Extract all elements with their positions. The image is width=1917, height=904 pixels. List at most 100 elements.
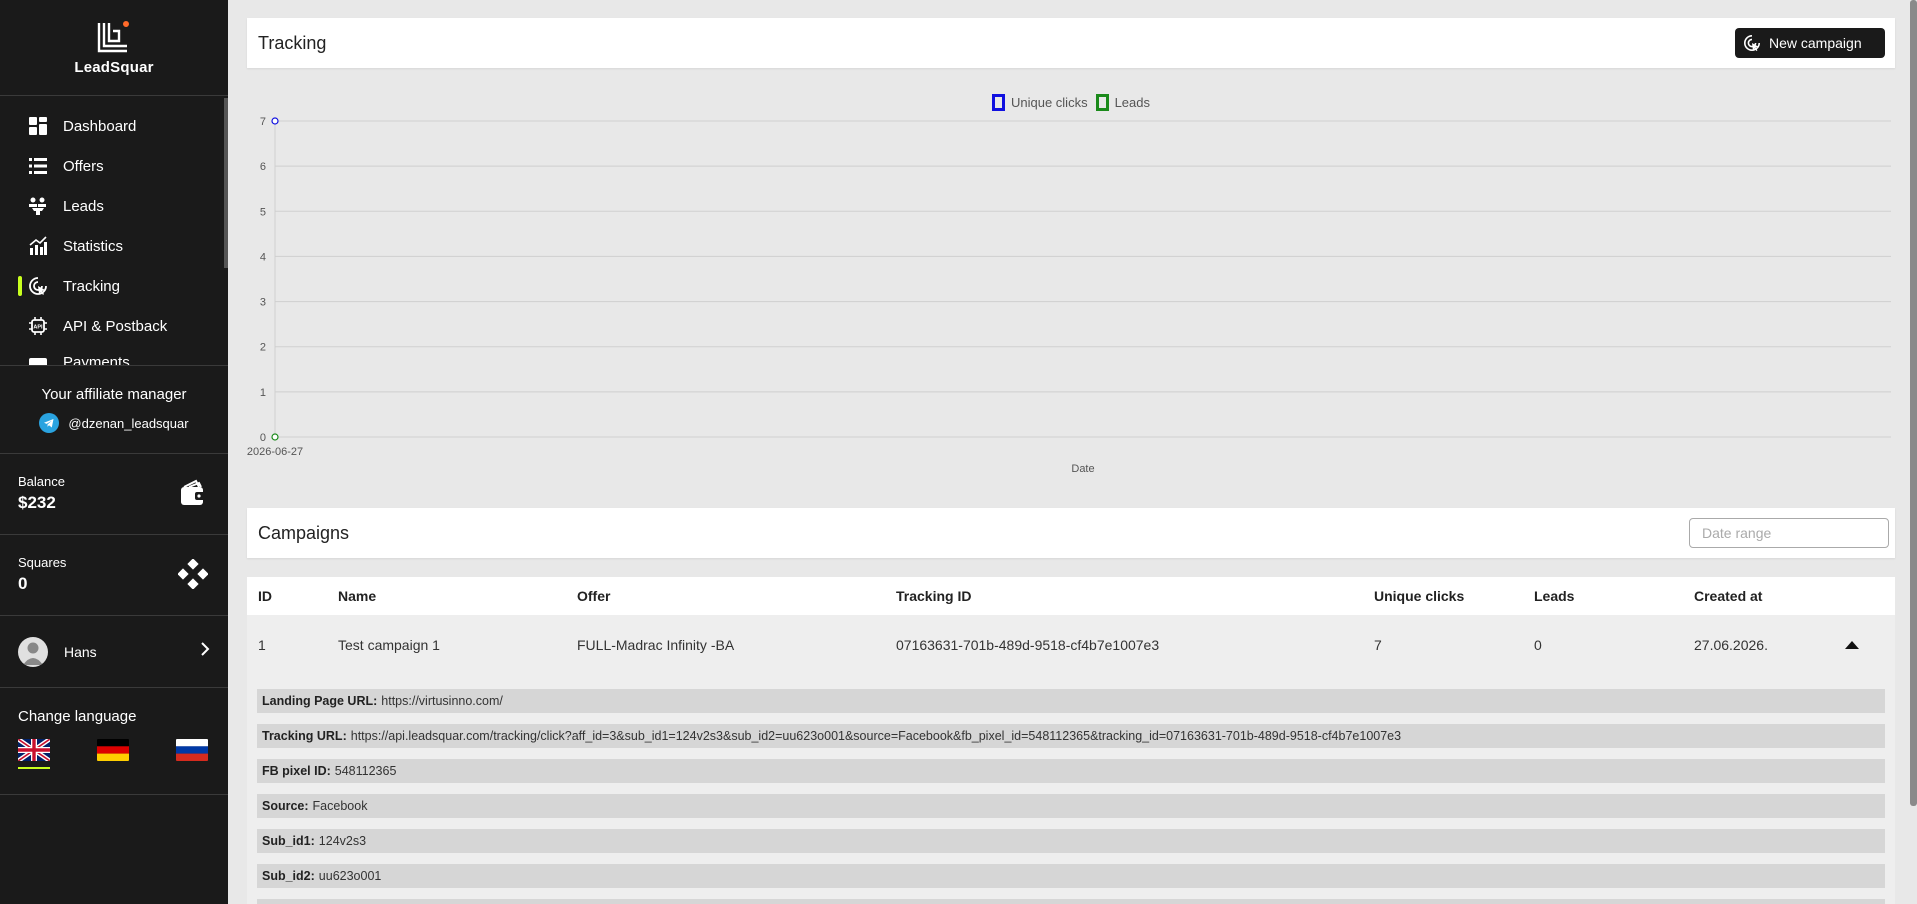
x-axis-label: Date <box>1071 463 1094 475</box>
detail-sub-id2: Sub_id2: uu623o001 <box>257 864 1885 888</box>
column-header-id[interactable]: ID <box>247 588 327 604</box>
brand-name: LeadSquar <box>74 59 154 76</box>
sidebar-item-tracking[interactable]: Tracking <box>0 266 228 306</box>
cell-tracking-id: 07163631-701b-489d-9518-cf4b7e1007e3 <box>896 637 1160 653</box>
date-range-input[interactable] <box>1689 518 1889 548</box>
leads-icon <box>28 196 48 216</box>
uk-flag-icon <box>18 739 50 761</box>
detail-tracking-url: Tracking URL: https://api.leadsquar.com/t… <box>257 724 1885 748</box>
y-tick-label: 2 <box>260 342 266 354</box>
legend-swatch-leads <box>1095 94 1109 111</box>
telegram-icon <box>39 413 60 433</box>
tracking-header: Tracking New campaign <box>247 18 1895 68</box>
column-header-leads[interactable]: Leads <box>1523 588 1683 604</box>
campaign-details: Landing Page URL: https://virtusinno.com/… <box>247 675 1895 904</box>
detail-label: Source: <box>262 799 309 813</box>
cell-leads: 0 <box>1534 637 1542 653</box>
sidebar-item-label: Offers <box>63 157 104 175</box>
language-russian[interactable] <box>176 739 208 769</box>
api-icon: API <box>28 316 48 336</box>
cell-created-at: 27.06.2026. <box>1694 637 1768 653</box>
brand-logo[interactable]: LeadSquar <box>0 0 228 96</box>
legend-leads[interactable]: Leads <box>1095 94 1150 111</box>
squares-block: Squares 0 <box>0 535 228 616</box>
campaigns-header: Campaigns <box>247 508 1895 558</box>
detail-label: Tracking URL: <box>262 729 347 743</box>
new-campaign-button[interactable]: New campaign <box>1735 28 1885 58</box>
column-header-tracking-id[interactable]: Tracking ID <box>885 588 1363 604</box>
detail-landing-page-url: Landing Page URL: https://virtusinno.com/ <box>257 689 1885 713</box>
sidebar: LeadSquar Dashboard Offers Leads Statist… <box>0 0 228 904</box>
german-flag-icon <box>97 739 129 761</box>
tracking-chart: Unique clicks Leads 0 1 2 3 4 5 6 7 2026-06-27 Da… <box>247 80 1895 490</box>
data-point <box>271 117 279 125</box>
statistics-icon <box>28 236 48 256</box>
tracking-icon <box>1743 34 1761 52</box>
detail-sub-id1: Sub_id1: 124v2s3 <box>257 829 1885 853</box>
legend-label: Unique clicks <box>1010 95 1088 110</box>
user-menu[interactable]: Hans <box>0 616 228 688</box>
detail-value: Facebook <box>312 799 368 813</box>
sidebar-item-leads[interactable]: Leads <box>0 186 228 226</box>
detail-value: 124v2s3 <box>318 834 367 848</box>
y-tick-label: 3 <box>260 297 266 309</box>
manager-handle[interactable]: @dzenan_leadsquar <box>68 416 188 431</box>
campaigns-title: Campaigns <box>258 522 350 543</box>
svg-text:API: API <box>33 325 43 331</box>
sidebar-item-label: Dashboard <box>63 117 137 135</box>
squares-icon <box>177 558 209 594</box>
dashboard-icon <box>28 116 48 136</box>
leadsquar-logo-icon <box>97 21 129 53</box>
detail-label: Landing Page URL: <box>262 694 378 708</box>
affiliate-manager: Your affiliate manager @dzenan_leadsquar <box>0 366 228 454</box>
user-name: Hans <box>64 643 97 660</box>
column-header-unique-clicks[interactable]: Unique clicks <box>1363 588 1523 604</box>
y-tick-label: 0 <box>260 432 266 444</box>
payments-icon <box>28 354 48 365</box>
sidebar-item-offers[interactable]: Offers <box>0 146 228 186</box>
main-content: Tracking New campaign Unique clicks Lead… <box>228 0 1917 904</box>
detail-value: uu623o001 <box>318 869 382 883</box>
balance-block: Balance $232 <box>0 454 228 535</box>
detail-value[interactable]: https://virtusinno.com/ <box>381 694 503 708</box>
detail-more <box>257 899 1885 904</box>
x-tick-label: 2026-06-27 <box>247 446 303 458</box>
detail-value[interactable]: https://api.leadsquar.com/tracking/click… <box>351 729 1401 743</box>
language-german[interactable] <box>97 739 129 769</box>
sidebar-nav: Dashboard Offers Leads Statistics Tracki… <box>0 96 228 366</box>
tracking-icon <box>28 276 48 296</box>
caret-up-icon[interactable] <box>1845 640 1859 650</box>
y-tick-label: 7 <box>260 116 266 128</box>
table-row[interactable]: 1 Test campaign 1 FULL-Madrac Infinity -… <box>247 615 1895 675</box>
detail-value: 548112365 <box>334 764 397 778</box>
column-header-name[interactable]: Name <box>327 588 566 604</box>
page-title: Tracking <box>258 32 327 53</box>
sidebar-item-dashboard[interactable]: Dashboard <box>0 106 228 146</box>
cell-id: 1 <box>258 637 266 653</box>
chart-plot: 0 1 2 3 4 5 6 7 2026-06-27 Date <box>247 116 1891 475</box>
list-icon <box>28 156 48 176</box>
sidebar-item-payments[interactable]: Payments <box>0 346 228 366</box>
y-tick-label: 6 <box>260 161 266 173</box>
sidebar-item-label: Tracking <box>63 277 120 295</box>
main-scrollbar[interactable] <box>1910 0 1917 806</box>
manager-contact[interactable]: @dzenan_leadsquar <box>39 413 189 433</box>
sidebar-item-api-postback[interactable]: API API & Postback <box>0 306 228 346</box>
column-header-offer[interactable]: Offer <box>566 588 885 604</box>
column-header-created-at[interactable]: Created at <box>1683 588 1843 604</box>
cell-unique-clicks: 7 <box>1374 637 1382 653</box>
wallet-icon <box>178 478 208 513</box>
detail-fb-pixel-id: FB pixel ID: 548112365 <box>257 759 1885 783</box>
y-tick-label: 5 <box>260 206 266 218</box>
detail-label: FB pixel ID: <box>262 764 331 778</box>
sidebar-item-label: Payments <box>63 354 130 366</box>
data-point <box>271 433 279 441</box>
legend-unique-clicks[interactable]: Unique clicks <box>991 94 1088 111</box>
chart-legend: Unique clicks Leads <box>247 94 1895 111</box>
legend-swatch-unique-clicks <box>991 94 1005 111</box>
language-english[interactable] <box>18 739 50 769</box>
chevron-right-icon <box>200 641 210 662</box>
legend-label: Leads <box>1114 95 1150 110</box>
cell-name: Test campaign 1 <box>338 637 440 653</box>
sidebar-item-statistics[interactable]: Statistics <box>0 226 228 266</box>
